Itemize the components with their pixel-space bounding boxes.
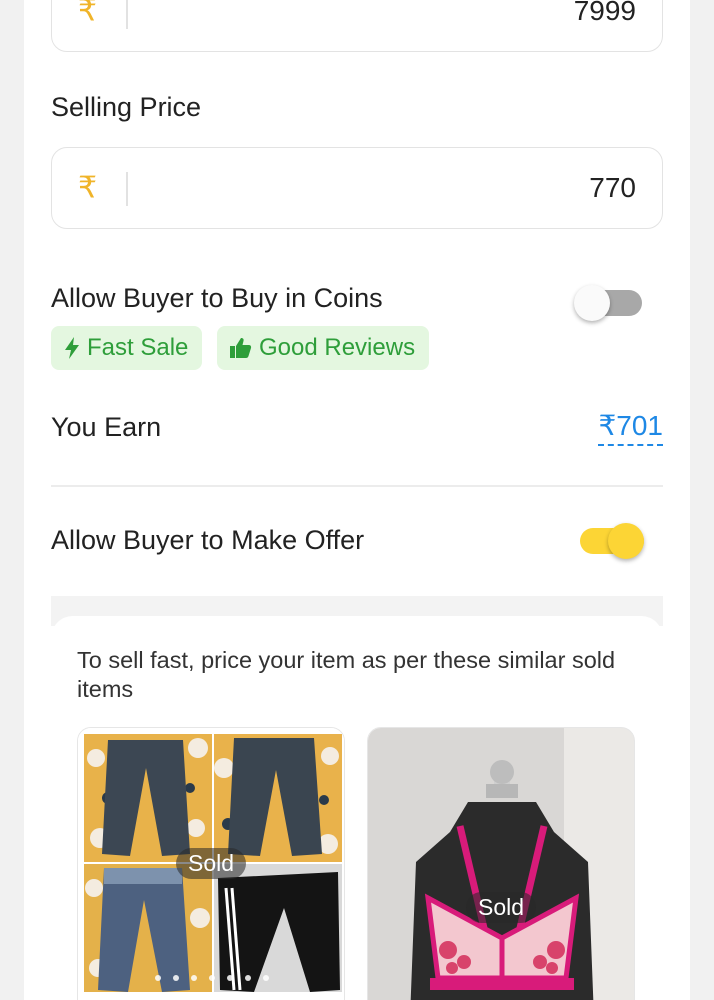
field-separator — [126, 0, 128, 29]
you-earn-value[interactable]: ₹701 — [598, 410, 663, 446]
make-offer-toggle[interactable] — [578, 522, 648, 560]
good-reviews-label: Good Reviews — [259, 334, 416, 361]
coins-toggle[interactable] — [574, 284, 644, 322]
fast-sale-tag: Fast Sale — [51, 326, 203, 370]
good-reviews-tag: Good Reviews — [217, 326, 430, 370]
thumbs-up-icon — [230, 338, 252, 358]
divider — [51, 485, 663, 487]
mrp-field[interactable]: ₹ 7999 — [51, 0, 663, 52]
similar-items-hint: To sell fast, price your item as per the… — [77, 647, 616, 702]
sold-badge: Sold — [176, 848, 247, 879]
rupee-icon: ₹ — [78, 171, 98, 205]
make-offer-label: Allow Buyer to Make Offer — [51, 525, 365, 555]
sold-badge: Sold — [466, 892, 537, 923]
rupee-icon: ₹ — [78, 0, 98, 28]
fast-sale-label: Fast Sale — [87, 334, 189, 361]
similar-item-card[interactable]: Sold — [77, 727, 345, 1000]
bra-on-mannequin-image — [368, 728, 634, 1000]
you-earn-label: You Earn — [51, 412, 162, 442]
selling-price-label: Selling Price — [51, 92, 202, 122]
make-offer-toggle-knob — [608, 523, 644, 559]
selling-price-field[interactable]: ₹ 770 — [51, 147, 663, 229]
mrp-value[interactable]: 7999 — [574, 0, 636, 27]
coins-toggle-knob — [574, 285, 610, 321]
lightning-icon — [65, 337, 79, 359]
similar-item-card[interactable]: Sold — [367, 727, 635, 1000]
selling-price-value[interactable]: 770 — [589, 172, 636, 204]
coins-label: Allow Buyer to Buy in Coins — [51, 283, 383, 313]
field-separator — [126, 172, 128, 206]
